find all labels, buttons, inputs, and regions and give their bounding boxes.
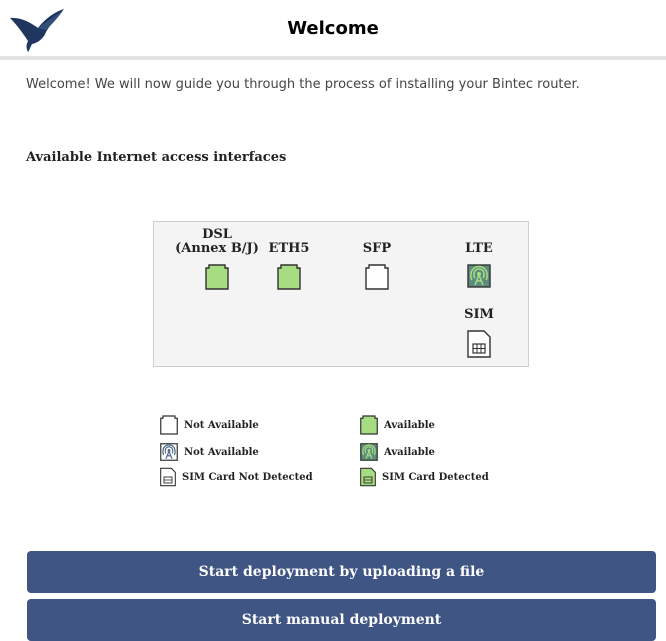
sim-card-icon (467, 330, 491, 358)
interfaces-panel: DSL (Annex B/J) ETH5 SFP LTE SIM (153, 221, 529, 367)
sim-card-icon (360, 467, 376, 487)
interface-dsl-sublabel: (Annex B/J) (175, 241, 259, 256)
legend-label: Available (384, 446, 435, 458)
upload-deployment-button[interactable]: Start deployment by uploading a file (27, 551, 656, 593)
interface-eth5: ETH5 (264, 242, 314, 294)
header: Welcome (0, 0, 666, 56)
interface-lte-label: LTE (465, 241, 493, 256)
section-title: Available Internet access interfaces (26, 150, 287, 165)
header-divider (0, 56, 666, 60)
interface-dsl-label: DSL (202, 227, 232, 242)
port-icon (277, 264, 301, 290)
legend-item: SIM Card Detected (360, 467, 489, 487)
interface-sfp: SFP (352, 242, 402, 294)
legend-label: Available (384, 419, 435, 431)
legend-item: Not Available (160, 415, 259, 435)
interface-dsl: DSL (Annex B/J) (172, 228, 262, 294)
intro-text: Welcome! We will now guide you through t… (26, 77, 580, 92)
port-icon (365, 264, 389, 290)
legend-item: Available (360, 415, 435, 435)
page-title: Welcome (287, 18, 379, 39)
antenna-icon (360, 443, 378, 461)
interface-sim-label: SIM (464, 307, 494, 322)
antenna-icon (160, 443, 178, 461)
sim-card-icon (160, 467, 176, 487)
interface-sfp-label: SFP (362, 241, 392, 256)
legend-item: Available (360, 443, 435, 461)
interface-lte: LTE (454, 242, 504, 292)
antenna-icon (467, 264, 491, 288)
legend-label: SIM Card Not Detected (182, 471, 313, 483)
port-icon (160, 415, 178, 435)
interface-eth5-label: ETH5 (268, 241, 310, 256)
legend-item: Not Available (160, 443, 259, 461)
legend-item: SIM Card Not Detected (160, 467, 313, 487)
interface-sim: SIM (454, 308, 504, 362)
port-icon (360, 415, 378, 435)
legend-label: Not Available (184, 446, 259, 458)
legend-label: Not Available (184, 419, 259, 431)
port-icon (205, 264, 229, 290)
legend-label: SIM Card Detected (382, 471, 489, 483)
manual-deployment-button[interactable]: Start manual deployment (27, 599, 656, 641)
